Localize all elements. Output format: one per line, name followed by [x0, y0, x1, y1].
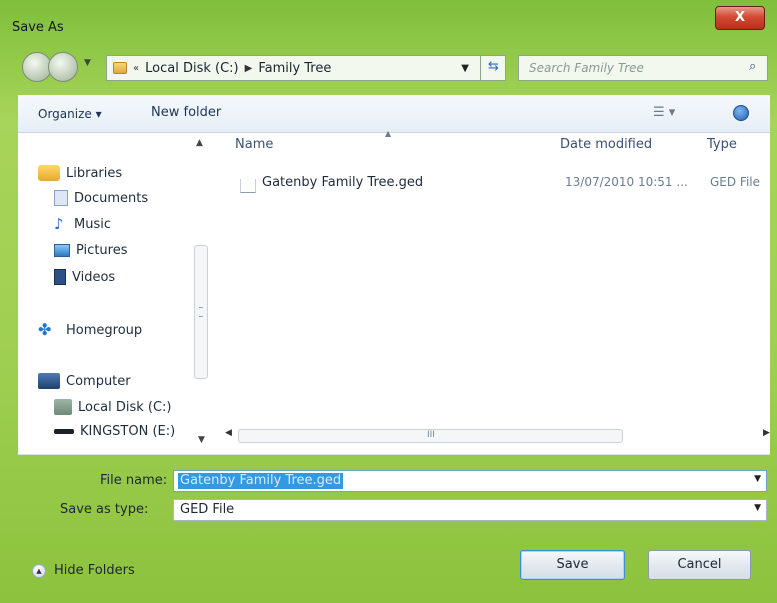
command-bar: Organize ▾ New folder ☰ ▾	[18, 95, 770, 133]
libraries-icon	[38, 165, 60, 181]
nav-item-label: KINGSTON (E:)	[80, 424, 176, 439]
nav-item-label: Pictures	[76, 243, 128, 258]
nav-scrollbar-grip[interactable]	[199, 307, 203, 317]
save-button[interactable]: Save	[520, 550, 625, 580]
file-type-cell: GED File	[710, 175, 761, 189]
hide-folders-button[interactable]: ▲ Hide Folders	[32, 563, 135, 578]
nav-item-music[interactable]: ♪ Music	[54, 216, 111, 232]
nav-item-label: Music	[74, 216, 111, 232]
organize-button[interactable]: Organize ▾	[38, 107, 102, 121]
forward-button[interactable]	[48, 52, 78, 82]
search-icon[interactable]: ⌕	[749, 59, 756, 74]
address-dropdown-icon[interactable]: ▼	[461, 63, 469, 74]
usb-drive-icon	[54, 429, 74, 434]
nav-scroll-down-icon[interactable]: ▼	[198, 435, 205, 445]
drive-icon	[54, 399, 72, 415]
navigation-pane: ▲ Libraries Documents ♪ Music Pictures V…	[18, 133, 218, 455]
column-header-name[interactable]: Name	[235, 137, 273, 152]
nav-item-label: Documents	[74, 190, 149, 206]
nav-item-libraries[interactable]: Libraries	[38, 165, 122, 181]
recent-locations-dropdown[interactable]: ▼	[84, 58, 98, 76]
folder-icon	[113, 62, 127, 74]
breadcrumb-overflow-icon[interactable]: «	[133, 63, 139, 74]
file-name-label: File name:	[100, 473, 168, 488]
sort-arrow-icon: ▲	[385, 129, 392, 138]
scroll-right-icon[interactable]: ▶	[763, 428, 770, 438]
nav-item-pictures[interactable]: Pictures	[54, 243, 127, 258]
nav-item-computer[interactable]: Computer	[38, 373, 131, 389]
music-icon: ♪	[54, 215, 64, 233]
breadcrumb-family-tree[interactable]: Family Tree	[258, 61, 331, 76]
help-icon[interactable]	[733, 105, 749, 121]
table-row[interactable]: Gatenby Family Tree.ged 13/07/2010 10:51…	[218, 173, 770, 197]
column-header-date-modified[interactable]: Date modified	[560, 137, 652, 152]
close-button[interactable]: X	[715, 6, 765, 30]
new-folder-button[interactable]: New folder	[151, 105, 221, 120]
nav-item-kingston[interactable]: KINGSTON (E:)	[54, 424, 175, 439]
nav-item-label: Local Disk (C:)	[78, 399, 172, 415]
refresh-icon[interactable]: ⇆	[480, 55, 506, 81]
save-as-type-label: Save as type:	[60, 502, 149, 517]
file-name-dropdown-icon[interactable]: ▼	[754, 474, 761, 484]
nav-scroll-up-icon[interactable]: ▲	[196, 138, 203, 148]
breadcrumb-local-disk[interactable]: Local Disk (C:)	[145, 61, 238, 76]
nav-item-label: Libraries	[66, 165, 123, 181]
cancel-button[interactable]: Cancel	[648, 550, 751, 580]
nav-item-videos[interactable]: Videos	[54, 269, 115, 285]
dialog-title: Save As	[12, 20, 64, 35]
pictures-icon	[54, 244, 70, 257]
nav-item-label: Videos	[72, 269, 116, 285]
file-name-input[interactable]: Gatenby Family Tree.ged ▼	[173, 470, 767, 492]
homegroup-icon: ✤	[38, 320, 52, 339]
file-name-cell: Gatenby Family Tree.ged	[262, 175, 424, 190]
nav-item-label: Homegroup	[66, 322, 143, 338]
column-header-type[interactable]: Type	[707, 137, 737, 152]
save-as-type-dropdown-icon[interactable]: ▼	[754, 503, 761, 513]
scrollbar-grip[interactable]: III	[427, 430, 435, 440]
save-as-dialog: Save As X ▼ « Local Disk (C:) ▶ Family T…	[0, 0, 777, 603]
chevron-up-icon: ▲	[32, 563, 46, 578]
file-icon	[240, 179, 256, 193]
breadcrumb-chevron-icon[interactable]: ▶	[245, 63, 253, 74]
documents-icon	[54, 190, 68, 206]
scroll-left-icon[interactable]: ◀	[225, 428, 232, 438]
file-date-cell: 13/07/2010 10:51 ...	[565, 175, 688, 189]
browser-panel: ▲ Libraries Documents ♪ Music Pictures V…	[18, 129, 770, 455]
hide-folders-label: Hide Folders	[54, 563, 135, 578]
nav-item-homegroup[interactable]: ✤ Homegroup	[38, 322, 142, 338]
file-list: ▲ Name Date modified Type Gatenby Family…	[218, 129, 770, 455]
title-bar[interactable]: Save As X	[0, 0, 777, 42]
nav-item-local-disk[interactable]: Local Disk (C:)	[54, 399, 171, 415]
search-input[interactable]: Search Family Tree	[518, 55, 768, 81]
computer-icon	[38, 373, 60, 389]
nav-item-label: Computer	[66, 373, 131, 389]
save-as-type-value: GED File	[180, 502, 235, 517]
file-name-value: Gatenby Family Tree.ged	[178, 473, 344, 489]
nav-item-documents[interactable]: Documents	[54, 190, 148, 206]
address-bar[interactable]: « Local Disk (C:) ▶ Family Tree ▼	[106, 55, 506, 81]
save-as-type-select[interactable]: GED File ▼	[173, 499, 767, 521]
change-view-icon[interactable]: ☰ ▾	[653, 105, 675, 120]
videos-icon	[54, 269, 66, 285]
